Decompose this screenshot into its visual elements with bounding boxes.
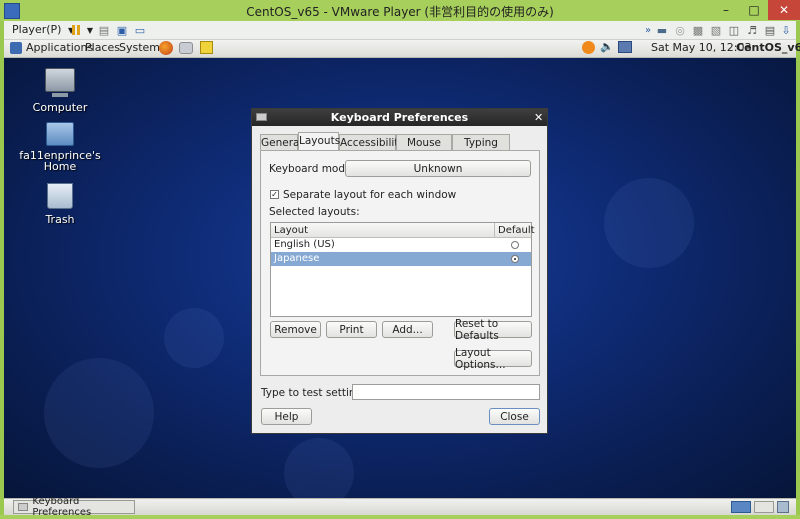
remove-button[interactable]: Remove	[270, 321, 321, 338]
bokeh-light	[164, 308, 224, 368]
keyboard-model-value: Unknown	[413, 162, 463, 175]
keyboard-model-button[interactable]: Unknown	[345, 160, 531, 177]
workspace-switcher-2[interactable]	[754, 501, 774, 513]
close-window-button[interactable]: ✕	[768, 0, 800, 20]
desktop-icon-home[interactable]: fa11enprince's Home	[15, 122, 105, 172]
trash-icon	[47, 183, 73, 209]
layout-options-button[interactable]: Layout Options...	[454, 347, 532, 371]
gnome-foot-icon	[10, 42, 22, 54]
table-row[interactable]: English (US)	[271, 238, 531, 252]
player-menu-label: Player(P)	[12, 23, 62, 36]
mail-client-icon[interactable]	[179, 42, 193, 54]
desktop-icon-computer[interactable]: Computer	[15, 68, 105, 114]
print-button[interactable]: Print	[326, 321, 377, 338]
printer-icon[interactable]: ◫	[726, 22, 742, 38]
dialog-title-bar[interactable]: Keyboard Preferences ✕	[252, 109, 547, 126]
bokeh-light	[44, 358, 154, 468]
gnome-bottom-panel: Keyboard Preferences	[4, 496, 796, 518]
notes-icon[interactable]	[200, 41, 213, 54]
desktop-icon-label: Trash	[45, 213, 75, 226]
add-button[interactable]: Add...	[382, 321, 433, 338]
system-menu[interactable]: System	[119, 41, 160, 54]
full-screen-icon[interactable]: ▭	[132, 22, 148, 38]
vmware-toolbar: Player(P) ▼ ▼ ▤ ▣ ▭ » ▬ ◎ ▩ ▧ ◫ ♬ ▤ ⇩	[4, 21, 796, 40]
vmware-app-icon	[4, 3, 20, 19]
layout-name: Japanese	[274, 253, 320, 264]
update-notifier-icon[interactable]	[582, 41, 595, 54]
computer-stand	[52, 93, 68, 97]
usb-device-icon[interactable]: ▧	[708, 22, 724, 38]
vmware-title-bar: CentOS_v65 - VMware Player (非営利目的の使用のみ) …	[0, 0, 800, 21]
tab-layouts[interactable]: Layouts	[298, 132, 340, 150]
layouts-table[interactable]: Layout Default English (US) Japanese	[270, 222, 535, 317]
tab-general[interactable]: General	[260, 134, 302, 150]
firefox-icon[interactable]	[159, 41, 173, 55]
close-button[interactable]: Close	[489, 408, 540, 425]
maximize-button[interactable]: □	[740, 0, 768, 20]
keyboard-icon	[18, 503, 29, 511]
network-icon[interactable]	[618, 41, 632, 53]
keyboard-preferences-dialog: Keyboard Preferences ✕ General Layouts A…	[251, 108, 548, 434]
floppy-icon[interactable]: ▩	[690, 22, 706, 38]
default-radio[interactable]	[511, 241, 519, 249]
volume-icon[interactable]: 🔈	[600, 40, 614, 53]
reset-to-defaults-button[interactable]: Reset to Defaults	[454, 318, 532, 342]
default-radio[interactable]	[511, 255, 519, 263]
separate-layout-checkbox[interactable]: ✓	[270, 190, 279, 199]
column-header-default[interactable]: Default	[495, 223, 535, 238]
gnome-top-panel: Applications Places System 🔈 Sat May 10,…	[4, 40, 800, 58]
send-ctrl-alt-del-icon[interactable]: ▤	[96, 22, 112, 38]
taskbar-item-keyboard-preferences[interactable]: Keyboard Preferences	[13, 496, 135, 518]
keyboard-icon	[256, 113, 267, 121]
desktop-icon-trash[interactable]: Trash	[15, 183, 105, 226]
table-row[interactable]: Japanese	[271, 252, 531, 266]
network-device-icon[interactable]: ▬	[654, 22, 670, 38]
tab-accessibility[interactable]: Accessibility	[339, 134, 405, 150]
home-folder-icon	[46, 122, 74, 146]
applications-menu[interactable]: Applications	[26, 41, 93, 54]
help-button[interactable]: Help	[261, 408, 312, 425]
layouts-tab-panel: Keyboard model: Unknown ✓ Separate layou…	[260, 150, 540, 376]
fit-guest-icon[interactable]: ▣	[114, 22, 130, 38]
workspace-switcher-1[interactable]	[731, 501, 751, 513]
vmware-frame-bottom	[0, 515, 800, 519]
tab-mouse-keys[interactable]: Mouse Keys	[396, 134, 452, 165]
unity-icon[interactable]: ⇩	[778, 22, 794, 38]
message-icon[interactable]: ▤	[762, 22, 778, 38]
sound-card-icon[interactable]: ♬	[744, 22, 760, 38]
minimize-button[interactable]: –	[712, 0, 740, 20]
trash-applet-icon[interactable]	[777, 501, 789, 513]
selected-layouts-label: Selected layouts:	[269, 206, 360, 218]
layout-name: English (US)	[274, 239, 335, 250]
dialog-title: Keyboard Preferences	[330, 111, 469, 124]
close-icon[interactable]: ✕	[534, 109, 543, 126]
bokeh-light	[604, 178, 694, 268]
column-header-layout[interactable]: Layout	[271, 223, 495, 238]
hostname-label: CentOS_v65	[736, 41, 800, 54]
tab-typing-break[interactable]: Typing Break	[452, 134, 510, 165]
desktop-icon-label: Computer	[32, 101, 88, 114]
computer-icon	[45, 68, 75, 92]
cd-drive-icon[interactable]: ◎	[672, 22, 688, 38]
separate-layout-label[interactable]: Separate layout for each window	[283, 189, 456, 201]
bokeh-light	[284, 438, 354, 498]
places-menu[interactable]: Places	[85, 41, 120, 54]
desktop-icon-label: fa11enprince's Home	[19, 149, 101, 173]
test-settings-input[interactable]	[352, 384, 540, 400]
window-title: CentOS_v65 - VMware Player (非営利目的の使用のみ)	[246, 5, 554, 19]
